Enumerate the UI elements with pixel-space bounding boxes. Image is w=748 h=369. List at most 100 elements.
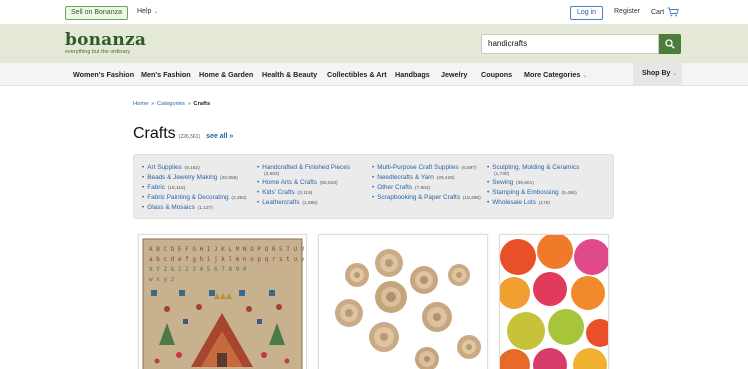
- subcategory-label: Fabric: [147, 184, 166, 192]
- nav-coupons[interactable]: Coupons: [481, 70, 512, 79]
- subcategory-item[interactable]: • Glass & Mosaics (1,137): [142, 203, 247, 213]
- bonanza-logo[interactable]: bonanza everything but the ordinary: [65, 31, 146, 55]
- subcategory-item[interactable]: • Art Supplies (8,162): [142, 163, 247, 173]
- cart-icon: [667, 7, 680, 17]
- subcategory-label: Wholesale Lots: [492, 199, 536, 207]
- subcategory-count: (7,604): [414, 186, 431, 192]
- subcategory-item[interactable]: • Sewing (39,601): [487, 178, 579, 188]
- subcategory-count: (176): [538, 201, 550, 207]
- subcategory-item[interactable]: • Sculpting, Molding & Ceramics: [487, 163, 579, 172]
- bullet: •: [487, 189, 490, 197]
- product-card[interactable]: [499, 234, 609, 369]
- subcategory-label: Scrapbooking & Paper Crafts: [377, 194, 461, 202]
- login-button[interactable]: Log in: [570, 6, 604, 20]
- subcategory-label: Kids' Crafts: [262, 189, 295, 197]
- subcategory-item[interactable]: • Scrapbooking & Paper Crafts (18,496): [372, 193, 481, 203]
- subcategory-label: Leathercrafts: [262, 199, 300, 207]
- subcategory-item[interactable]: • Other Crafts (7,604): [372, 183, 481, 193]
- svg-text:A B C D E F G H I J K L M N O: A B C D E F G H I J K L M N O P Q R S T …: [149, 246, 306, 253]
- search-icon: [665, 39, 675, 49]
- subcategory-count: (3,119): [297, 191, 313, 197]
- bullet: •: [372, 194, 375, 202]
- subcategory-count: (29,428): [436, 176, 455, 182]
- nav-mens-fashion[interactable]: Men's Fashion: [141, 70, 191, 79]
- subcategory-item[interactable]: • Stamping & Embossing (5,466): [487, 188, 579, 198]
- subcategory-column: • Art Supplies (8,162) • Beads & Jewelry M…: [142, 163, 247, 213]
- search-button[interactable]: [659, 34, 681, 54]
- bullet: •: [142, 204, 145, 212]
- nav-health-beauty[interactable]: Health & Beauty: [262, 70, 317, 79]
- shop-by-label: Shop By: [642, 70, 671, 77]
- svg-text:X Y Z & 1 2 3 4 5 6 7 8 9 0: X Y Z & 1 2 3 4 5 6 7 8 9 0: [149, 266, 247, 273]
- subcategory-label: Needlecrafts & Yarn: [377, 174, 434, 182]
- title-row: Crafts (226,561) see all »: [133, 125, 233, 143]
- bullet: •: [257, 179, 260, 187]
- nav-womens-fashion[interactable]: Women's Fashion: [73, 70, 134, 79]
- subcategory-item[interactable]: • Fabric Painting & Decorating (2,363): [142, 193, 247, 203]
- listing-count: (226,561): [178, 134, 201, 140]
- bullet: •: [372, 174, 375, 182]
- logo-name: bonanza: [65, 30, 147, 50]
- subcategory-box: • Art Supplies (8,162) • Beads & Jewelry M…: [133, 154, 614, 219]
- breadcrumb-categories[interactable]: Categories: [157, 101, 185, 107]
- nav-handbags[interactable]: Handbags: [395, 70, 430, 79]
- bullet: •: [142, 164, 145, 171]
- subcategory-item[interactable]: • Needlecrafts & Yarn (29,428): [372, 173, 481, 183]
- svg-text:a b c d e f g h i j k l m n o: a b c d e f g h i j k l m n o p q r s t …: [149, 256, 305, 263]
- subcategory-item[interactable]: • Wholesale Lots (176): [487, 198, 579, 208]
- register-link[interactable]: Register: [614, 8, 640, 15]
- bullet: •: [487, 179, 490, 187]
- subcategory-count: (18,116): [167, 186, 186, 192]
- felt-balls-image: [500, 235, 608, 369]
- help-label: Help: [137, 8, 152, 15]
- subcategory-item[interactable]: • Leathercrafts (1,985): [257, 198, 350, 208]
- nav-home-garden[interactable]: Home & Garden: [199, 70, 253, 79]
- subcategory-item[interactable]: • Fabric (18,116): [142, 183, 247, 193]
- subcategory-label: Home Arts & Crafts: [262, 179, 317, 187]
- nav-collectibles-art[interactable]: Collectibles & Art: [327, 70, 387, 79]
- subcategory-label: Handcrafted & Finished Pieces: [262, 164, 350, 171]
- cross-stitch-sampler-image: A B C D E F G H I J K L M N O P Q R S T …: [139, 235, 306, 369]
- bullet: •: [487, 199, 490, 207]
- subcategory-item[interactable]: • Kids' Crafts (3,119): [257, 188, 350, 198]
- top-utility-bar: Sell on Bonanza Help ⌄ Log in Register Ca…: [0, 0, 748, 25]
- more-categories-label: More Categories: [524, 70, 581, 79]
- shop-by-menu[interactable]: Shop By ⌄: [633, 63, 682, 85]
- nav-more-categories[interactable]: More Categories ⌄: [524, 70, 587, 79]
- subcategory-label: Fabric Painting & Decorating: [147, 194, 229, 202]
- search-input[interactable]: handicrafts: [481, 34, 659, 54]
- subcategory-item[interactable]: • Multi-Purpose Craft Supplies (6,597): [372, 163, 481, 173]
- sell-on-bonanza-button[interactable]: Sell on Bonanza: [65, 6, 128, 20]
- subcategory-item[interactable]: • Home Arts & Crafts (55,916): [257, 178, 350, 188]
- see-all-link[interactable]: see all »: [206, 133, 233, 140]
- subcategory-item[interactable]: • Beads & Jewelry Making (20,958): [142, 173, 247, 183]
- subcategory-column: • Multi-Purpose Craft Supplies (6,597) • N…: [372, 163, 481, 203]
- subcategory-count: (1,137): [197, 206, 213, 212]
- chevron-down-icon: ⌄: [153, 9, 159, 15]
- bullet: •: [257, 199, 260, 207]
- help-menu[interactable]: Help ⌄: [137, 8, 158, 15]
- subcategory-item[interactable]: • Handcrafted & Finished Pieces: [257, 163, 350, 172]
- subcategory-label: Art Supplies: [147, 164, 182, 171]
- subcategory-count: (2,363): [231, 196, 247, 202]
- subcategory-count: (5,466): [561, 191, 577, 197]
- product-card[interactable]: A B C D E F G H I J K L M N O P Q R S T …: [138, 234, 307, 369]
- breadcrumb-separator: »: [149, 101, 156, 107]
- page-title: Crafts: [133, 125, 176, 142]
- subcategory-count: (20,958): [220, 176, 238, 182]
- subcategory-count: (1,985): [302, 201, 318, 207]
- ceramic-roses-image: [319, 235, 487, 369]
- cart-link[interactable]: Cart: [651, 7, 680, 17]
- subcategory-column: • Handcrafted & Finished Pieces (3,663) •…: [257, 163, 350, 208]
- chevron-down-icon: ⌄: [582, 73, 588, 79]
- subcategory-label: Stamping & Embossing: [492, 189, 559, 197]
- subcategory-count: (18,496): [462, 196, 481, 202]
- subcategory-label: Other Crafts: [377, 184, 413, 192]
- breadcrumb-home[interactable]: Home: [133, 101, 148, 107]
- product-card[interactable]: [318, 234, 488, 369]
- subcategory-label: Sewing: [492, 179, 514, 187]
- subcategory-label: Beads & Jewelry Making: [147, 174, 218, 182]
- nav-jewelry[interactable]: Jewelry: [441, 70, 467, 79]
- category-nav: Women's Fashion Men's Fashion Home & Gar…: [0, 63, 748, 86]
- bullet: •: [372, 184, 375, 192]
